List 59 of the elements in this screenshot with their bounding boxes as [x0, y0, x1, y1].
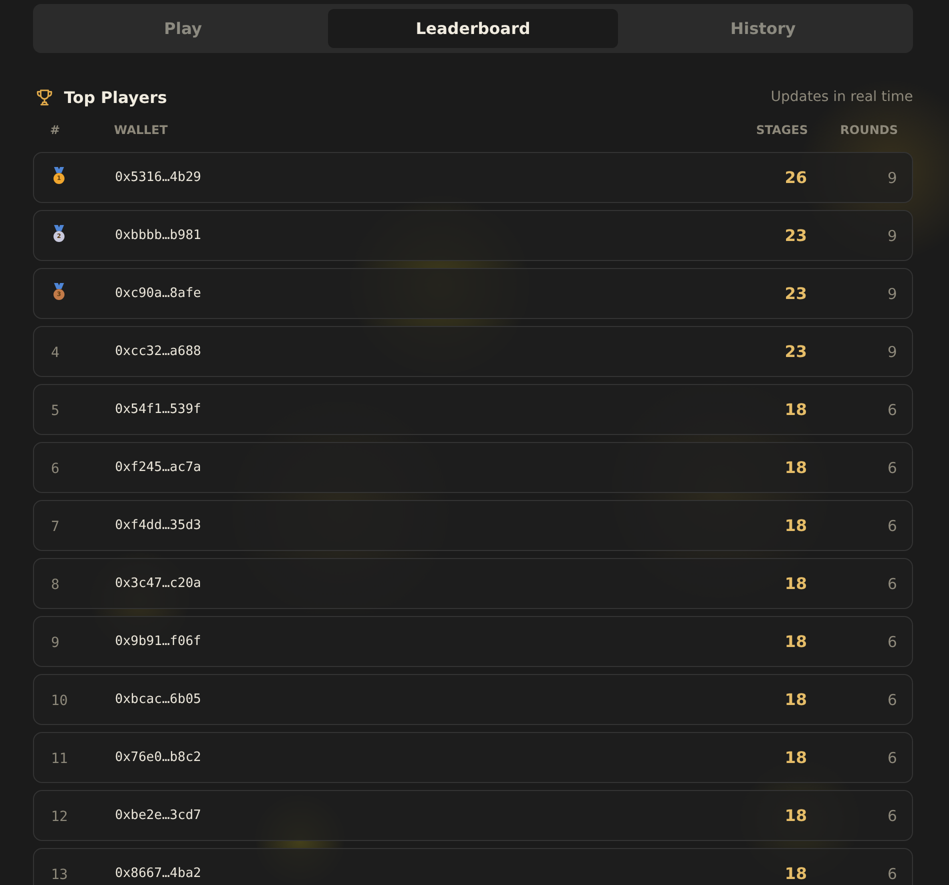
- tab[interactable]: Play: [38, 9, 328, 48]
- wallet-address: 0x3c47…c20a: [115, 576, 202, 591]
- rank-number: 9: [51, 635, 60, 651]
- tab[interactable]: Leaderboard: [328, 9, 618, 48]
- rounds-count: 6: [887, 748, 897, 766]
- stages-count: 18: [784, 864, 807, 883]
- rounds-count: 6: [887, 690, 897, 708]
- rounds-count: 9: [887, 342, 897, 360]
- wallet-address: 0x76e0…b8c2: [115, 750, 202, 765]
- rounds-count: 6: [887, 632, 897, 650]
- rounds-count: 6: [887, 516, 897, 534]
- update-status-text: Updates in real time: [770, 89, 913, 105]
- wallet-address: 0x8667…4ba2: [115, 866, 202, 881]
- column-header: WALLET: [114, 123, 168, 137]
- wallet-address: 0xf4dd…35d3: [115, 518, 202, 533]
- rank-number: 7: [51, 519, 60, 535]
- stages-count: 18: [784, 690, 807, 709]
- rank-number: 13: [51, 867, 68, 883]
- rounds-count: 6: [887, 864, 897, 882]
- rank-number: 6: [51, 461, 60, 477]
- rounds-count: 6: [887, 574, 897, 592]
- rounds-count: 6: [887, 458, 897, 476]
- wallet-address: 0xbe2e…3cd7: [115, 808, 202, 823]
- wallet-address: 0x54f1…539f: [115, 402, 202, 417]
- stages-count: 18: [784, 458, 807, 477]
- rounds-count: 6: [887, 400, 897, 418]
- stages-count: 18: [784, 574, 807, 593]
- column-header: ROUNDS: [840, 123, 898, 137]
- wallet-address: 0xbcac…6b05: [115, 692, 202, 707]
- wallet-address: 0xf245…ac7a: [115, 460, 202, 475]
- column-header: STAGES: [756, 123, 808, 137]
- wallet-address: 0x5316…4b29: [115, 170, 202, 185]
- stages-count: 23: [784, 226, 807, 245]
- stages-count: 18: [784, 400, 807, 419]
- stages-count: 18: [784, 806, 807, 825]
- section-title: Top Players: [64, 88, 168, 106]
- rank-number: 8: [51, 577, 60, 593]
- rank-number: 12: [51, 809, 68, 825]
- stages-count: 23: [784, 342, 807, 361]
- wallet-address: 0xbbbb…b981: [115, 228, 202, 243]
- wallet-address: 0xc90a…8afe: [115, 286, 202, 301]
- rounds-count: 9: [887, 284, 897, 302]
- stages-count: 26: [784, 168, 807, 187]
- trophy-icon: [35, 88, 54, 106]
- stages-count: 18: [784, 516, 807, 535]
- column-header: #: [50, 123, 60, 137]
- rounds-count: 9: [887, 226, 897, 244]
- rounds-count: 9: [887, 168, 897, 186]
- stages-count: 18: [784, 748, 807, 767]
- wallet-address: 0x9b91…f06f: [115, 634, 202, 649]
- rank-number: 5: [51, 403, 60, 419]
- rank-number: 10: [51, 693, 68, 709]
- stages-count: 18: [784, 632, 807, 651]
- rounds-count: 6: [887, 806, 897, 824]
- rank-number: 4: [51, 345, 60, 361]
- stages-count: 23: [784, 284, 807, 303]
- rank-number: 11: [51, 751, 68, 767]
- tab[interactable]: History: [618, 9, 908, 48]
- wallet-address: 0xcc32…a688: [115, 344, 202, 359]
